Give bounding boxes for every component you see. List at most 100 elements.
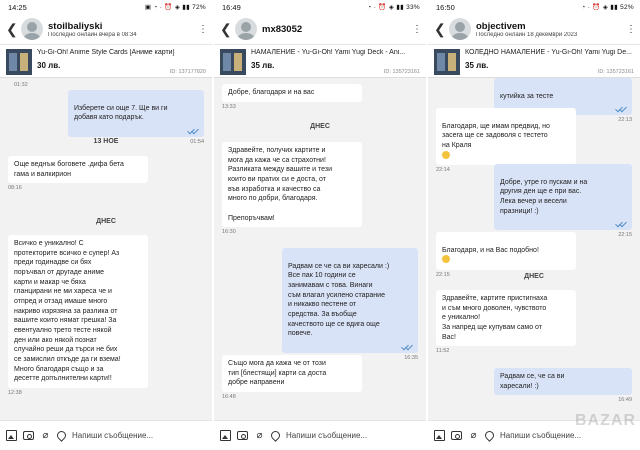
message-bubble: Здравейте, получих картите и мога да каж… xyxy=(222,142,362,228)
smile-emoji-icon xyxy=(442,150,450,159)
chat-screen-2: 16:49 ◔ · ⏰ ◈ ▮▮ 33% ❮ mx83052 ⋮ НАМАЛЕН… xyxy=(214,0,426,450)
outgoing-message: Радвам се, че са ви харесали! :) 16:49 xyxy=(494,368,632,403)
camera-icon[interactable] xyxy=(23,431,34,440)
read-ticks-icon xyxy=(615,219,627,228)
message-text: Радвам се че са ви харесали :) Все пак 1… xyxy=(288,262,390,338)
status-bar: 16:50 ◔ · ⏰ ◈ ▮▮ 52% xyxy=(428,0,640,14)
message-input[interactable]: Напиши съобщение... xyxy=(500,431,634,440)
username[interactable]: stoilbaliyski xyxy=(48,21,193,32)
message-text: Добре, утре го пускам и на другия ден ще… xyxy=(500,178,588,215)
message-bubble: Радвам се, че са ви харесали! :) xyxy=(494,368,632,396)
incoming-message: Благодаря, и на Вас подобно! 22:15 xyxy=(436,232,576,278)
message-list[interactable]: Добре, благодаря и на вас 13:33 ДНЕС Здр… xyxy=(214,78,426,416)
camera-icon[interactable] xyxy=(451,431,462,440)
product-card[interactable]: НАМАЛЕНИЕ - Yu-Gi-Oh! Yami Yugi Deck - A… xyxy=(214,44,426,78)
back-arrow-icon[interactable]: ❮ xyxy=(220,21,232,38)
status-icons: ◔ · ⏰ ◈ ▮▮ 52% xyxy=(581,4,634,11)
status-bar: 16:49 ◔ · ⏰ ◈ ▮▮ 33% xyxy=(214,0,426,14)
message-text: Благодаря, ще имам предвид, но засега ще… xyxy=(442,122,550,149)
product-card[interactable]: КОЛЕДНО НАМАЛЕНИЕ - Yu-Gi-Oh! Yami Yugi … xyxy=(428,44,640,78)
message-time: 16:30 xyxy=(222,229,236,236)
attachment-icon[interactable]: ⌀ xyxy=(254,430,265,441)
message-input-bar: ⌀ Напиши съобщение... xyxy=(214,420,426,450)
status-time: 16:50 xyxy=(436,2,455,12)
message-input[interactable]: Напиши съобщение... xyxy=(72,431,206,440)
chat-header: ❮ objectivem Последно онлайн 18 декември… xyxy=(428,14,640,44)
incoming-message: Още веднъж боговете .дифа бета гама и ва… xyxy=(8,156,148,191)
message-list[interactable]: кутийка за тесте 22:13 Благодаря, ще има… xyxy=(428,78,640,416)
message-list[interactable]: 01:32 Изберете си още 7. Ще ви ги добавя… xyxy=(0,78,212,416)
message-bubble: Изберете си още 7. Ще ви ги добавя като … xyxy=(68,90,204,137)
chat-screen-3: 16:50 ◔ · ⏰ ◈ ▮▮ 52% ❮ objectivem Послед… xyxy=(428,0,640,450)
chat-header: ❮ mx83052 ⋮ xyxy=(214,14,426,44)
message-text: Благодаря, и на Вас подобно! xyxy=(442,246,539,254)
message-input-bar: ⌀ Напиши съобщение... xyxy=(0,420,212,450)
image-icon[interactable] xyxy=(6,430,17,441)
message-time: 12:38 xyxy=(8,389,22,396)
more-options-icon[interactable]: ⋮ xyxy=(626,24,636,35)
message-time: 01:32 xyxy=(14,82,28,88)
message-bubble: Още веднъж боговете .дифа бета гама и ва… xyxy=(8,156,148,184)
camera-icon[interactable] xyxy=(237,431,248,440)
outgoing-message: Изберете си още 7. Ще ви ги добавя като … xyxy=(68,90,204,145)
message-bubble: Всичко е уникално! С протекторите всичко… xyxy=(8,235,148,388)
message-text: кутийка за тесте xyxy=(500,92,554,100)
image-icon[interactable] xyxy=(220,430,231,441)
message-time: 08:16 xyxy=(8,185,22,192)
message-time: 13:33 xyxy=(222,103,236,110)
smile-emoji-icon xyxy=(442,255,450,264)
chat-header: ❮ stoilbaliyski Последно онлайн вчера в … xyxy=(0,14,212,44)
product-thumbnail[interactable] xyxy=(220,49,246,75)
status-bar: 14:25 ▣ ◔ · ⏰ ◈ ▮▮ 72% xyxy=(0,0,212,14)
date-divider: 13 НОЕ xyxy=(93,138,119,145)
product-card[interactable]: Yu-Gi-Oh! Anime Style Cards [Аниме карти… xyxy=(0,44,212,78)
avatar[interactable] xyxy=(449,18,471,40)
message-bubble: Здравейте, картите пристигнаха и съм мно… xyxy=(436,290,576,347)
status-icons: ▣ ◔ · ⏰ ◈ ▮▮ 72% xyxy=(144,4,206,11)
product-thumbnail[interactable] xyxy=(434,49,460,75)
message-bubble: Благодаря, ще имам предвид, но засега ще… xyxy=(436,108,576,166)
message-bubble: Радвам се че са ви харесали :) Все пак 1… xyxy=(282,248,418,353)
image-icon[interactable] xyxy=(434,430,445,441)
username[interactable]: objectivem xyxy=(476,21,621,32)
username[interactable]: mx83052 xyxy=(262,24,407,35)
message-time: 16:48 xyxy=(222,393,236,400)
message-bubble: Добре, благодаря и на вас xyxy=(222,84,362,102)
product-thumbnail[interactable] xyxy=(6,49,32,75)
incoming-message: Всичко е уникално! С протекторите всичко… xyxy=(8,235,148,396)
attachment-icon[interactable]: ⌀ xyxy=(468,430,479,441)
avatar[interactable] xyxy=(21,18,43,40)
location-pin-icon[interactable] xyxy=(483,429,496,442)
date-divider: ДНЕС xyxy=(96,218,116,225)
outgoing-message: Радвам се че са ви харесали :) Все пак 1… xyxy=(282,248,418,361)
message-input[interactable]: Напиши съобщение... xyxy=(286,431,420,440)
chat-screen-1: 14:25 ▣ ◔ · ⏰ ◈ ▮▮ 72% ❮ stoilbaliyski П… xyxy=(0,0,212,450)
message-bubble: Също мога да кажа че от този тип [блестя… xyxy=(222,355,362,392)
more-options-icon[interactable]: ⋮ xyxy=(412,24,422,35)
incoming-message: Здравейте, картите пристигнаха и съм мно… xyxy=(436,290,576,354)
more-options-icon[interactable]: ⋮ xyxy=(198,24,208,35)
user-status: Последно онлайн вчера в 08:34 xyxy=(48,31,137,38)
watermark-logo: BAZAR xyxy=(575,412,636,429)
product-id: ID: 137177820 xyxy=(169,69,206,75)
back-arrow-icon[interactable]: ❮ xyxy=(6,21,18,38)
read-ticks-icon xyxy=(401,342,413,350)
incoming-message: Също мога да кажа че от този тип [блестя… xyxy=(222,355,362,400)
status-time: 16:49 xyxy=(222,2,241,12)
user-status: Последно онлайн 18 декември 2023 xyxy=(476,31,578,38)
attachment-icon[interactable]: ⌀ xyxy=(40,430,51,441)
location-pin-icon[interactable] xyxy=(269,429,282,442)
message-time: 16:49 xyxy=(618,397,632,404)
back-arrow-icon[interactable]: ❮ xyxy=(434,21,446,38)
incoming-message: Добре, благодаря и на вас 13:33 xyxy=(222,84,362,110)
location-pin-icon[interactable] xyxy=(55,429,68,442)
outgoing-message: Добре, утре го пускам и на другия ден ще… xyxy=(494,164,632,238)
product-title: Yu-Gi-Oh! Anime Style Cards [Аниме карти… xyxy=(37,49,175,56)
message-time: 11:52 xyxy=(436,348,450,355)
date-divider: ДНЕС xyxy=(310,123,330,130)
avatar[interactable] xyxy=(235,18,257,40)
product-id: ID: 135723161 xyxy=(597,69,634,75)
status-time: 14:25 xyxy=(8,2,27,12)
message-bubble: Благодаря, и на Вас подобно! xyxy=(436,232,576,270)
status-icons: ◔ · ⏰ ◈ ▮▮ 33% xyxy=(367,4,420,11)
